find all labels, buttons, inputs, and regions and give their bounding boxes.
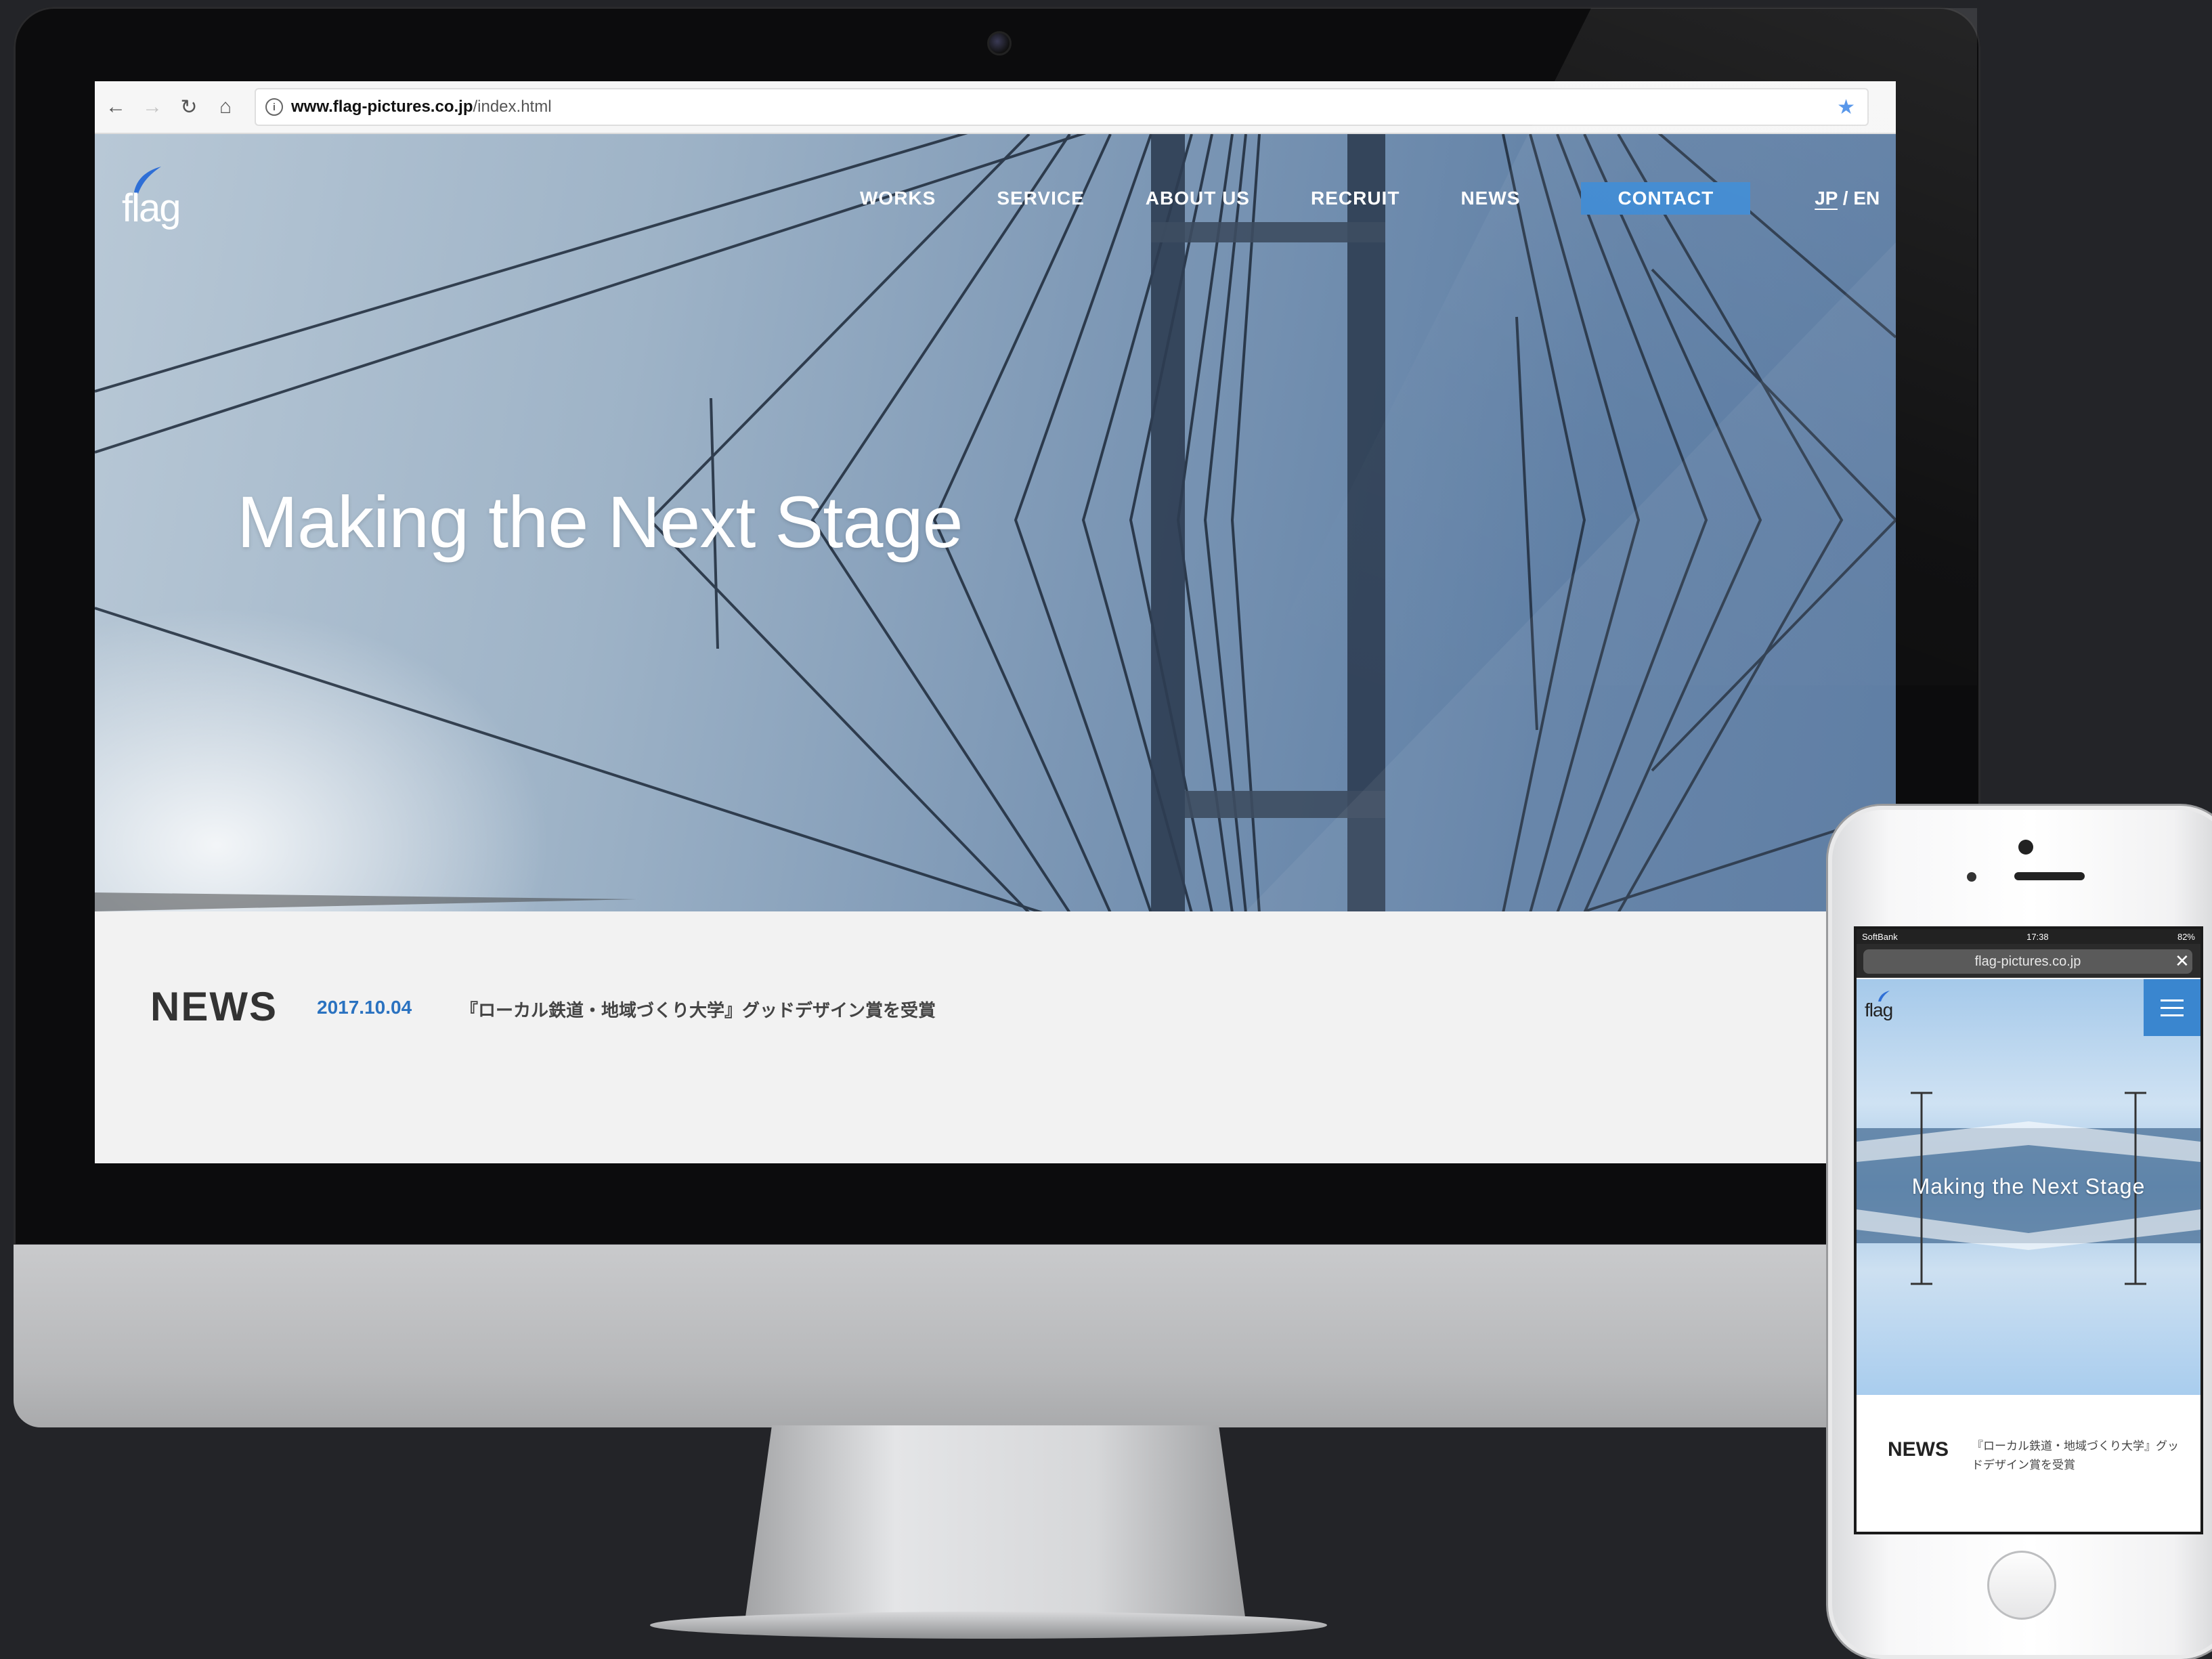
news-heading: NEWS: [150, 984, 278, 1029]
nav-news[interactable]: NEWS: [1460, 188, 1520, 209]
nav-about-us[interactable]: ABOUT US: [1146, 188, 1250, 209]
desktop-screen: ← → ↻ ⌂ i www.flag-pictures.co.jp/index.…: [95, 81, 1896, 1163]
contact-button[interactable]: CONTACT: [1581, 182, 1751, 215]
home-button[interactable]: [1987, 1551, 2056, 1620]
reload-icon[interactable]: ↻: [173, 91, 204, 123]
lang-en[interactable]: EN: [1853, 188, 1880, 209]
imac-stand: [745, 1425, 1246, 1622]
close-icon[interactable]: ✕: [2175, 951, 2190, 972]
news-item-link[interactable]: 『ローカル鉄道・地域づくり大学』グッドデザイン賞を受賞: [460, 997, 936, 1022]
news-date: 2017.10.04: [317, 997, 412, 1018]
nav-service[interactable]: SERVICE: [997, 188, 1084, 209]
phone-news-item-link[interactable]: 『ローカル鉄道・地域づくり大学』グッドデザイン賞を受賞: [1972, 1437, 2182, 1475]
address-bar[interactable]: i www.flag-pictures.co.jp/index.html ★: [255, 88, 1869, 126]
clock-label: 17:38: [2026, 931, 2049, 942]
lang-jp[interactable]: JP: [1815, 188, 1838, 209]
phone-status-bar: SoftBank 17:38 82%: [1857, 929, 2200, 944]
hero-section: flag WORKS SERVICE ABOUT US RECRUIT NEWS…: [95, 134, 1896, 911]
info-icon[interactable]: i: [265, 98, 283, 116]
site-logo[interactable]: flag: [122, 165, 196, 240]
logo-text: flag: [122, 186, 181, 230]
earpiece-speaker: [2014, 872, 2085, 880]
carrier-label: SoftBank: [1862, 931, 1898, 942]
phone-logo-text[interactable]: flag: [1865, 999, 1893, 1021]
nav-recruit[interactable]: RECRUIT: [1311, 188, 1400, 209]
forward-icon[interactable]: →: [137, 91, 168, 123]
nav-works[interactable]: WORKS: [860, 188, 936, 209]
browser-toolbar: ← → ↻ ⌂ i www.flag-pictures.co.jp/index.…: [95, 81, 1896, 134]
back-icon[interactable]: ←: [100, 91, 131, 123]
phone-news-heading: NEWS: [1888, 1438, 1949, 1461]
imac-chin: [14, 1245, 1980, 1427]
lang-separator: /: [1837, 188, 1854, 209]
phone-hero: flag Making the Next Stage: [1857, 979, 2200, 1395]
language-switcher: JP / EN: [1815, 188, 1880, 209]
hamburger-menu-icon[interactable]: [2144, 979, 2200, 1036]
phone-screen: SoftBank 17:38 82% flag-pictures.co.jp ✕…: [1854, 926, 2203, 1534]
url-host: www.flag-pictures.co.jp: [291, 98, 473, 116]
camera-icon: [987, 31, 1012, 56]
home-icon[interactable]: ⌂: [210, 91, 241, 123]
phone-address-field[interactable]: flag-pictures.co.jp: [1863, 949, 2192, 974]
imac-stand-base: [650, 1612, 1327, 1639]
proximity-sensor: [1967, 872, 1976, 882]
hero-title: Making the Next Stage: [237, 481, 963, 563]
front-camera-icon: [2018, 840, 2033, 855]
battery-label: 82%: [2177, 931, 2195, 942]
bookmark-star-icon[interactable]: ★: [1837, 95, 1855, 119]
main-nav: WORKS SERVICE ABOUT US RECRUIT NEWS CONT…: [860, 181, 1880, 215]
url-path: /index.html: [473, 98, 552, 116]
phone-hero-title: Making the Next Stage: [1911, 1174, 2146, 1199]
